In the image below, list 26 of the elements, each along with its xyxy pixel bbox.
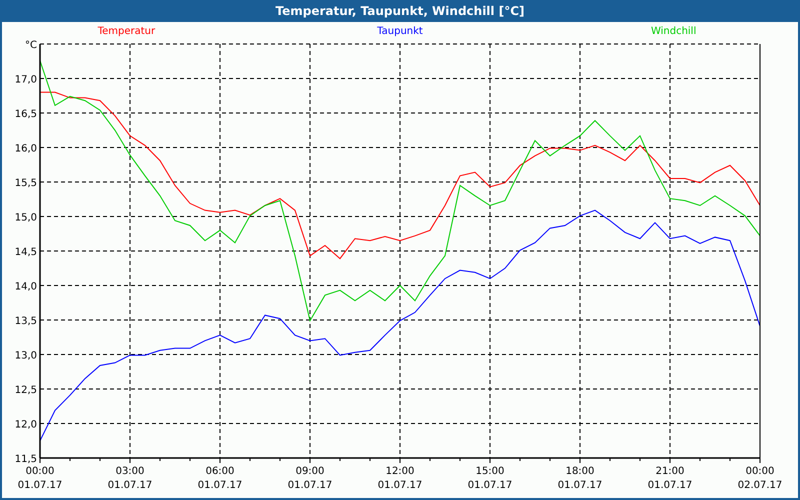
axis-label: 11,5 bbox=[14, 454, 37, 465]
legend-label: Temperatur bbox=[98, 26, 156, 37]
axis-label: 12,5 bbox=[14, 385, 37, 396]
legend-label: Taupunkt bbox=[377, 26, 423, 37]
axis-label: 21:00 01.07.17 bbox=[648, 466, 692, 491]
axis-unit: °C bbox=[25, 40, 37, 51]
axis-label: 16,5 bbox=[14, 109, 37, 120]
axis-label: 13,0 bbox=[14, 350, 37, 362]
axis-label: 14,5 bbox=[14, 247, 37, 258]
axis-label: 06:00 01.07.17 bbox=[198, 466, 242, 491]
axis-label: 18:00 01.07.17 bbox=[558, 466, 602, 491]
axis-label: 14,0 bbox=[14, 282, 37, 292]
axis-label: 15,0 bbox=[14, 212, 37, 224]
axis-label: 00:00 01.07.17 bbox=[18, 466, 62, 491]
axis-label: 15,5 bbox=[14, 178, 37, 189]
axis-label: 12,0 bbox=[14, 420, 37, 430]
axis-label: 16,0 bbox=[14, 144, 37, 154]
axis-label: 13,5 bbox=[14, 316, 37, 327]
legend-label: Windchill bbox=[650, 26, 696, 37]
axis-label: 12:00 01.07.17 bbox=[378, 466, 422, 491]
axis-label: 09:00 01.07.17 bbox=[288, 466, 332, 491]
axis-label: 03:00 01.07.17 bbox=[108, 466, 152, 491]
axis-label: 15:00 01.07.17 bbox=[468, 466, 512, 491]
axis-label: 17,0 bbox=[14, 74, 37, 86]
window-title: Temperatur, Taupunkt, Windchill [°C] bbox=[274, 3, 526, 20]
axis-label: 00:00 02.07.17 bbox=[738, 466, 782, 491]
